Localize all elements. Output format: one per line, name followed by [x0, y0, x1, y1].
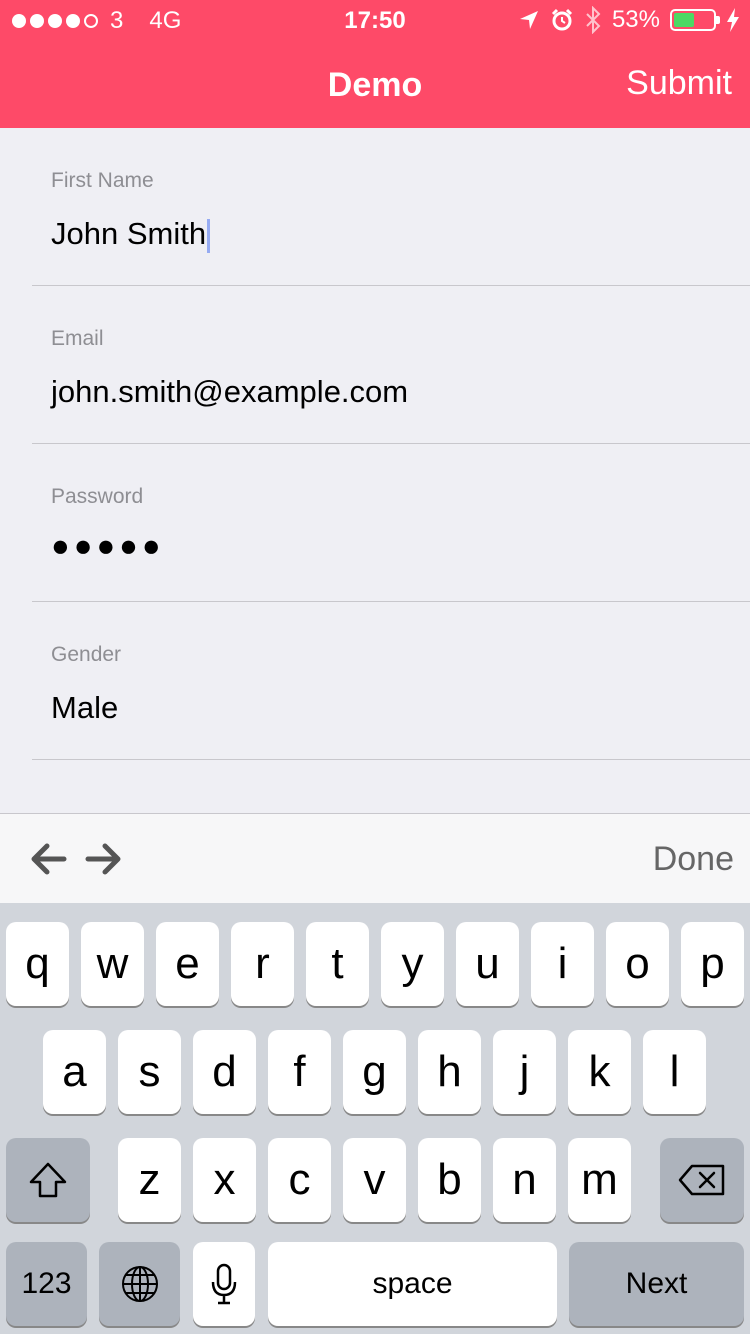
- key-b[interactable]: b: [418, 1138, 481, 1222]
- backspace-icon: [678, 1164, 725, 1196]
- form: First Name John Smith Email john.smith@e…: [0, 128, 750, 760]
- first-name-value: John Smith: [51, 216, 207, 251]
- keyboard-row-1: qwertyuiop: [0, 922, 750, 1006]
- email-label: Email: [51, 327, 104, 350]
- keyboard-row-4: 123 space Next: [0, 1242, 750, 1326]
- key-t[interactable]: t: [306, 922, 369, 1006]
- key-h[interactable]: h: [418, 1030, 481, 1114]
- location-arrow-icon: [519, 11, 538, 29]
- password-label: Password: [51, 485, 144, 508]
- first-name-input[interactable]: John Smith: [51, 216, 211, 253]
- header: 3 4G 17:50 53% Demo Submit: [0, 0, 750, 128]
- shift-key[interactable]: [6, 1138, 90, 1222]
- microphone-icon: [211, 1263, 237, 1305]
- globe-key[interactable]: [99, 1242, 180, 1326]
- key-i[interactable]: i: [531, 922, 594, 1006]
- globe-icon: [121, 1266, 158, 1302]
- keyboard: qwertyuiop asdfghjkl zxcvbnm 123 space N…: [0, 903, 750, 1334]
- arrow-left-icon[interactable]: [30, 840, 68, 878]
- microphone-key[interactable]: [193, 1242, 255, 1326]
- gender-input[interactable]: Male: [51, 690, 118, 726]
- email-field[interactable]: Email john.smith@example.com: [32, 286, 750, 444]
- done-button[interactable]: Done: [653, 840, 734, 879]
- key-q[interactable]: q: [6, 922, 69, 1006]
- shift-icon: [29, 1162, 67, 1198]
- key-x[interactable]: x: [193, 1138, 256, 1222]
- text-caret: [207, 218, 211, 253]
- gender-label: Gender: [51, 643, 122, 666]
- key-f[interactable]: f: [268, 1030, 331, 1114]
- key-w[interactable]: w: [81, 922, 144, 1006]
- key-k[interactable]: k: [568, 1030, 631, 1114]
- password-input[interactable]: ●●●●●: [51, 528, 165, 564]
- key-n[interactable]: n: [493, 1138, 556, 1222]
- first-name-label: First Name: [51, 169, 154, 192]
- arrow-right-icon[interactable]: [84, 840, 122, 878]
- battery-percent: 53%: [611, 6, 660, 33]
- gender-field[interactable]: Gender Male: [32, 602, 750, 760]
- key-e[interactable]: e: [156, 922, 219, 1006]
- password-field[interactable]: Password ●●●●●: [32, 444, 750, 602]
- keyboard-accessory-bar: Done: [0, 813, 750, 903]
- keyboard-row-3: zxcvbnm: [0, 1138, 750, 1222]
- key-d[interactable]: d: [193, 1030, 256, 1114]
- key-c[interactable]: c: [268, 1138, 331, 1222]
- key-z[interactable]: z: [118, 1138, 181, 1222]
- battery-fill: [674, 13, 694, 27]
- email-input[interactable]: john.smith@example.com: [51, 374, 408, 410]
- submit-button[interactable]: Submit: [626, 64, 732, 103]
- space-key[interactable]: space: [268, 1242, 557, 1326]
- key-u[interactable]: u: [456, 922, 519, 1006]
- first-name-field[interactable]: First Name John Smith: [32, 128, 750, 286]
- key-a[interactable]: a: [43, 1030, 106, 1114]
- keyboard-row-2: asdfghjkl: [0, 1030, 750, 1114]
- charging-bolt-icon: [727, 8, 739, 32]
- next-key[interactable]: Next: [569, 1242, 744, 1326]
- delete-key[interactable]: [660, 1138, 744, 1222]
- key-g[interactable]: g: [343, 1030, 406, 1114]
- status-bar: 3 4G 17:50 53%: [0, 0, 750, 40]
- key-v[interactable]: v: [343, 1138, 406, 1222]
- bluetooth-icon: [586, 6, 601, 34]
- key-p[interactable]: p: [681, 922, 744, 1006]
- key-y[interactable]: y: [381, 922, 444, 1006]
- alarm-clock-icon: [551, 8, 573, 31]
- key-m[interactable]: m: [568, 1138, 631, 1222]
- battery-icon: [670, 9, 720, 31]
- key-s[interactable]: s: [118, 1030, 181, 1114]
- key-o[interactable]: o: [606, 922, 669, 1006]
- numbers-key[interactable]: 123: [6, 1242, 87, 1326]
- key-j[interactable]: j: [493, 1030, 556, 1114]
- status-right: 53%: [518, 6, 740, 34]
- key-r[interactable]: r: [231, 922, 294, 1006]
- key-l[interactable]: l: [643, 1030, 706, 1114]
